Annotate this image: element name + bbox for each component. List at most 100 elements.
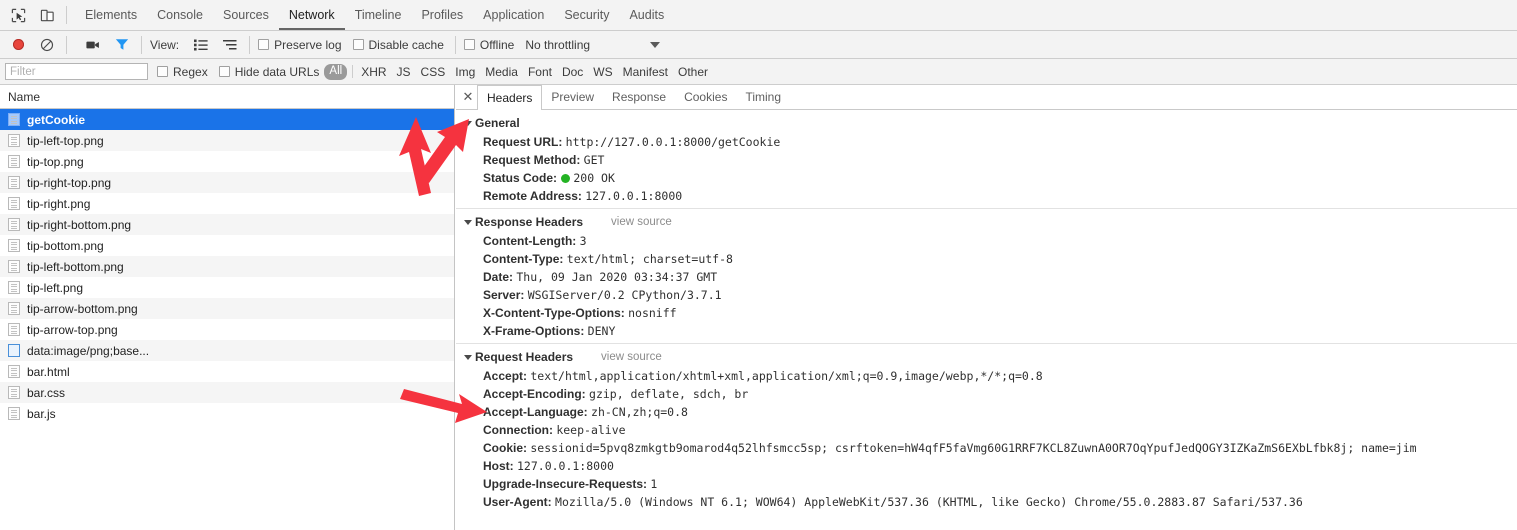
request-row[interactable]: data:image/png;base...: [0, 340, 454, 361]
filter-type-js[interactable]: JS: [392, 65, 416, 79]
header-row: X-Content-Type-Options: nosniff: [456, 304, 1517, 322]
header-key: Accept:: [483, 369, 531, 383]
header-key: Accept-Language:: [483, 405, 592, 419]
tab-network[interactable]: Network: [278, 0, 345, 30]
regex-box[interactable]: [157, 66, 168, 77]
filter-divider: [352, 65, 354, 78]
preserve-log-box[interactable]: [258, 39, 270, 50]
filter-type-css[interactable]: CSS: [416, 65, 451, 79]
request-row[interactable]: tip-top.png: [0, 151, 454, 172]
hide-data-urls-box[interactable]: [218, 66, 230, 77]
preserve-log-label: Preserve log: [274, 37, 342, 52]
section-title[interactable]: Response Headers view source: [456, 212, 1517, 232]
request-row-name: bar.js: [27, 406, 56, 421]
request-row[interactable]: tip-arrow-bottom.png: [0, 298, 454, 319]
throttling-value[interactable]: No throttling: [525, 38, 590, 52]
tab-elements[interactable]: Elements: [75, 0, 147, 30]
hide-data-urls-checkbox[interactable]: Hide data URLs: [218, 65, 319, 79]
disable-cache-box[interactable]: [352, 39, 364, 50]
request-row[interactable]: tip-arrow-top.png: [0, 319, 454, 340]
request-row[interactable]: bar.html: [0, 361, 454, 382]
request-row[interactable]: tip-right-top.png: [0, 172, 454, 193]
filter-type-all[interactable]: All: [324, 63, 348, 80]
inspect-element-icon[interactable]: [7, 4, 29, 26]
filter-type-manifest[interactable]: Manifest: [618, 65, 673, 79]
view-source-link[interactable]: view source: [611, 216, 672, 228]
tab-response[interactable]: Response: [603, 85, 675, 109]
filter-type-other[interactable]: Other: [673, 65, 713, 79]
clear-button-icon[interactable]: [36, 34, 58, 56]
column-header-name[interactable]: Name: [0, 85, 454, 109]
request-row[interactable]: tip-right.png: [0, 193, 454, 214]
header-row: User-Agent: Mozilla/5.0 (Windows NT 6.1;…: [456, 493, 1517, 511]
filter-type-ws[interactable]: WS: [588, 65, 617, 79]
header-value: http://127.0.0.1:8000/getCookie: [565, 135, 781, 149]
device-toolbar-icon[interactable]: [36, 4, 58, 26]
header-value: 1: [650, 477, 658, 491]
section-title-label: Request Headers: [475, 350, 574, 364]
twisty-expanded-icon[interactable]: [464, 354, 472, 360]
tab-cookies[interactable]: Cookies: [675, 85, 736, 109]
filter-type-font[interactable]: Font: [523, 65, 557, 79]
tab-timing[interactable]: Timing: [736, 85, 790, 109]
header-value: Thu, 09 Jan 2020 03:34:37 GMT: [516, 270, 718, 284]
tab-preview[interactable]: Preview: [542, 85, 603, 109]
tab-security[interactable]: Security: [554, 0, 619, 30]
request-row[interactable]: tip-left.png: [0, 277, 454, 298]
request-row[interactable]: tip-left-bottom.png: [0, 256, 454, 277]
header-row: Server: WSGIServer/0.2 CPython/3.7.1: [456, 286, 1517, 304]
tab-profiles[interactable]: Profiles: [411, 0, 473, 30]
data-url-icon: [8, 344, 20, 357]
header-key: X-Frame-Options:: [483, 324, 588, 338]
section-divider: [456, 208, 1517, 209]
filter-input[interactable]: [5, 63, 148, 80]
request-row[interactable]: bar.js: [0, 403, 454, 424]
twisty-expanded-icon[interactable]: [464, 120, 472, 126]
filter-type-img[interactable]: Img: [450, 65, 480, 79]
request-row[interactable]: tip-left-top.png: [0, 130, 454, 151]
funnel-filter-icon[interactable]: [111, 34, 133, 56]
header-value: GET: [583, 153, 605, 167]
request-row[interactable]: getCookie: [0, 109, 454, 130]
tab-application[interactable]: Application: [473, 0, 554, 30]
tab-headers[interactable]: Headers: [477, 85, 543, 110]
record-button-icon[interactable]: [7, 34, 29, 56]
header-row: Accept-Encoding: gzip, deflate, sdch, br: [456, 385, 1517, 403]
offline-box[interactable]: [463, 39, 475, 50]
section-title[interactable]: Request Headers view source: [456, 347, 1517, 367]
control-divider-4: [454, 35, 456, 54]
header-value: Mozilla/5.0 (Windows NT 6.1; WOW64) Appl…: [555, 495, 1303, 509]
header-value: WSGIServer/0.2 CPython/3.7.1: [527, 288, 722, 302]
offline-checkbox[interactable]: Offline: [463, 38, 514, 52]
close-icon[interactable]: ✕: [459, 85, 477, 110]
section-title[interactable]: General: [456, 113, 1517, 133]
section-title-label: General: [475, 116, 520, 130]
header-value: sessionid=5pvq8zmkgtb9omarod4q52lhfsmcc5…: [530, 441, 1417, 455]
tab-sources[interactable]: Sources: [213, 0, 279, 30]
tab-console[interactable]: Console: [147, 0, 213, 30]
tab-timeline[interactable]: Timeline: [345, 0, 412, 30]
view-source-link[interactable]: view source: [601, 351, 662, 363]
preserve-log-checkbox[interactable]: Preserve log: [258, 37, 342, 52]
request-row[interactable]: tip-right-bottom.png: [0, 214, 454, 235]
filter-type-xhr[interactable]: XHR: [356, 65, 391, 79]
filter-type-media[interactable]: Media: [480, 65, 523, 79]
headers-section: General Request URL: http://127.0.0.1:800…: [456, 113, 1517, 205]
camera-icon[interactable]: [82, 34, 104, 56]
header-value: DENY: [587, 324, 616, 338]
tab-audits[interactable]: Audits: [619, 0, 674, 30]
request-row[interactable]: tip-bottom.png: [0, 235, 454, 256]
regex-checkbox[interactable]: Regex: [157, 65, 208, 79]
filter-type-doc[interactable]: Doc: [557, 65, 588, 79]
request-row-name: tip-left-top.png: [27, 133, 104, 148]
waterfall-view-icon[interactable]: [219, 34, 241, 56]
devtools-window: Elements Console Sources Network Timelin…: [0, 0, 1517, 530]
twisty-expanded-icon[interactable]: [464, 219, 472, 225]
list-view-icon[interactable]: [190, 34, 212, 56]
document-icon: [8, 365, 20, 378]
request-row-name: tip-left-bottom.png: [27, 259, 124, 274]
disable-cache-checkbox[interactable]: Disable cache: [352, 38, 444, 52]
network-filter-bar: Regex Hide data URLs All XHR JS CSS Img …: [0, 59, 1517, 85]
request-row[interactable]: bar.css: [0, 382, 454, 403]
chevron-down-icon[interactable]: [650, 41, 661, 48]
